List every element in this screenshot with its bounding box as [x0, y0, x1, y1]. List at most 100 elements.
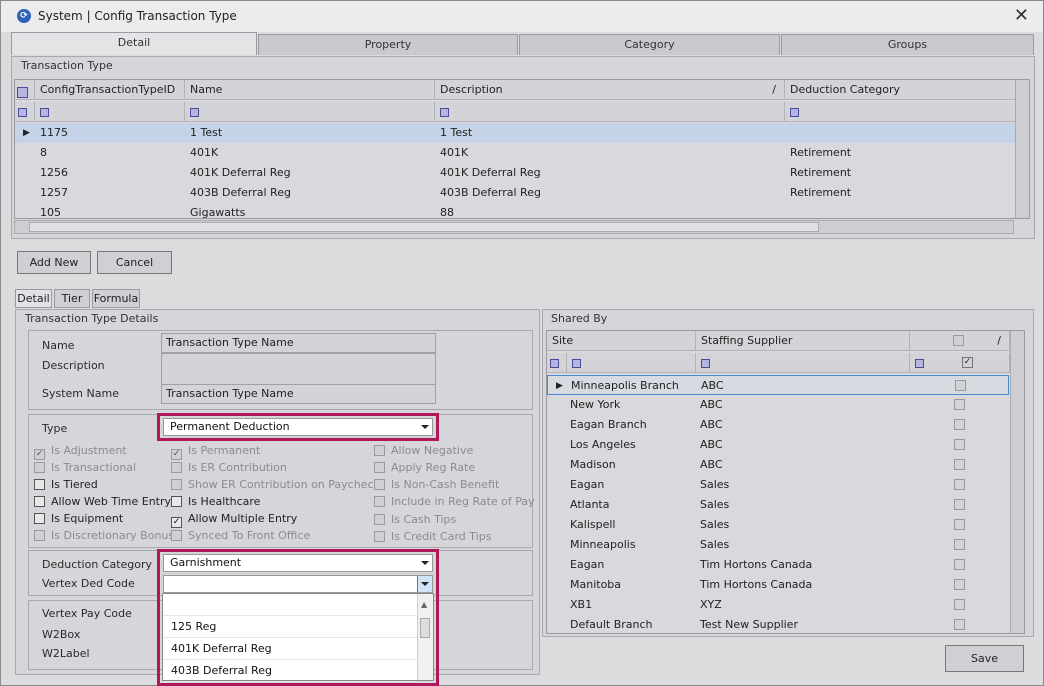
checkbox-item[interactable]: Is Transactional	[34, 461, 136, 474]
column-header-staffing-supplier[interactable]: Staffing Supplier	[696, 331, 910, 351]
checkbox-icon[interactable]	[374, 445, 385, 456]
checkbox-icon[interactable]	[34, 479, 45, 490]
checkbox-item[interactable]: Is ER Contribution	[171, 461, 287, 474]
checkbox-icon[interactable]	[374, 462, 385, 473]
checkbox-icon[interactable]	[34, 530, 45, 541]
row-checkbox[interactable]	[955, 380, 966, 391]
checkbox-icon[interactable]	[374, 531, 385, 542]
checkbox-item[interactable]: ✓ Is Adjustment	[34, 444, 127, 460]
row-checkbox[interactable]	[954, 399, 965, 410]
row-checkbox[interactable]	[954, 499, 965, 510]
filter-clear-icon[interactable]	[547, 353, 567, 373]
add-new-button[interactable]: Add New	[17, 251, 91, 274]
subtab-formula[interactable]: Formula	[92, 289, 140, 308]
filter-selected[interactable]: ✓	[910, 353, 1010, 373]
checkbox-checked-icon[interactable]: ✓	[34, 449, 45, 460]
row-checkbox[interactable]	[954, 519, 965, 530]
table-row[interactable]: 1256 401K Deferral Reg 401K Deferral Reg…	[15, 163, 1017, 183]
checkbox-item[interactable]: Is Non-Cash Benefit	[374, 478, 499, 491]
filter-description[interactable]	[435, 102, 785, 122]
table-row[interactable]: 1257 403B Deferral Reg 403B Deferral Reg…	[15, 183, 1017, 203]
row-checkbox[interactable]	[954, 599, 965, 610]
row-checkbox[interactable]	[954, 619, 965, 630]
tab-category[interactable]: Category	[519, 34, 780, 55]
table-row[interactable]: Eagan Tim Hortons Canada	[547, 555, 1009, 575]
checkbox-icon[interactable]	[374, 514, 385, 525]
checkbox-icon[interactable]	[374, 479, 385, 490]
table-row[interactable]: ▶ Minneapolis Branch ABC	[547, 375, 1009, 395]
select-all-checkbox[interactable]	[953, 335, 964, 346]
checkbox-icon[interactable]	[171, 530, 182, 541]
checkbox-icon[interactable]	[34, 496, 45, 507]
close-icon[interactable]: ✕	[1014, 5, 1029, 26]
checkbox-checked-icon[interactable]: ✓	[171, 449, 182, 460]
checkbox-item[interactable]: Allow Negative	[374, 444, 473, 457]
table-row[interactable]: 8 401K 401K Retirement	[15, 143, 1017, 163]
tab-property[interactable]: Property	[258, 34, 518, 55]
checkbox-item[interactable]: ✓ Allow Multiple Entry	[171, 512, 297, 528]
name-field[interactable]: Transaction Type Name	[161, 333, 436, 353]
tab-groups[interactable]: Groups	[781, 34, 1034, 55]
system-name-field[interactable]: Transaction Type Name	[161, 384, 436, 404]
checkbox-icon[interactable]	[34, 462, 45, 473]
checkbox-item[interactable]: Is Tiered	[34, 478, 98, 491]
column-header-name[interactable]: Name	[185, 80, 435, 100]
filter-supplier[interactable]	[696, 353, 910, 373]
cancel-button[interactable]: Cancel	[97, 251, 172, 274]
table-row[interactable]: Los Angeles ABC	[547, 435, 1009, 455]
checkbox-item[interactable]: Is Credit Card Tips	[374, 530, 491, 543]
horizontal-scroll-thumb[interactable]	[29, 222, 819, 232]
description-field[interactable]	[161, 353, 436, 385]
table-row[interactable]: ▶ 1175 1 Test 1 Test	[15, 123, 1017, 143]
checkbox-item[interactable]: Is Cash Tips	[374, 513, 456, 526]
tab-detail[interactable]: Detail	[11, 32, 257, 55]
table-row[interactable]: Default Branch Test New Supplier	[547, 615, 1009, 633]
checkbox-icon[interactable]	[34, 513, 45, 524]
table-row[interactable]: Manitoba Tim Hortons Canada	[547, 575, 1009, 595]
checkbox-item[interactable]: Is Discretionary Bonus	[34, 529, 174, 542]
column-chooser-icon[interactable]	[15, 80, 35, 100]
filter-clear-icon[interactable]	[15, 102, 35, 122]
row-checkbox[interactable]	[954, 539, 965, 550]
column-header-id[interactable]: ConfigTransactionTypeID	[35, 80, 185, 100]
checkbox-item[interactable]: Show ER Contribution on Paycheck	[171, 478, 380, 491]
filter-deduction-category[interactable]	[785, 102, 1017, 122]
checkbox-item[interactable]: Is Equipment	[34, 512, 123, 525]
row-checkbox[interactable]	[954, 419, 965, 430]
vertical-scrollbar[interactable]	[1015, 80, 1029, 218]
column-header-deduction-category[interactable]: Deduction Category	[785, 80, 1017, 100]
filter-id[interactable]	[35, 102, 185, 122]
row-checkbox[interactable]	[954, 459, 965, 470]
column-header-description[interactable]: Description /	[435, 80, 785, 100]
vertical-scrollbar[interactable]	[1010, 331, 1024, 633]
checkbox-icon[interactable]	[374, 496, 385, 507]
table-row[interactable]: Madison ABC	[547, 455, 1009, 475]
checkbox-item[interactable]: Apply Reg Rate	[374, 461, 475, 474]
checkbox-item[interactable]: ✓ Is Permanent	[171, 444, 260, 460]
row-checkbox[interactable]	[954, 579, 965, 590]
table-row[interactable]: 105 Gigawatts 88	[15, 203, 1017, 218]
checkbox-icon[interactable]	[171, 462, 182, 473]
save-button[interactable]: Save	[945, 645, 1024, 672]
filter-name[interactable]	[185, 102, 435, 122]
table-row[interactable]: XB1 XYZ	[547, 595, 1009, 615]
checkbox-item[interactable]: Include in Reg Rate of Pay	[374, 495, 535, 508]
table-row[interactable]: Eagan Branch ABC	[547, 415, 1009, 435]
checkbox-item[interactable]: Synced To Front Office	[171, 529, 310, 542]
checkbox-icon[interactable]	[171, 496, 182, 507]
row-checkbox[interactable]	[954, 479, 965, 490]
checkbox-checked-icon[interactable]: ✓	[171, 517, 182, 528]
checkbox-icon[interactable]	[171, 479, 182, 490]
checkbox-item[interactable]: Is Healthcare	[171, 495, 260, 508]
filter-site[interactable]	[567, 353, 696, 373]
subtab-tier[interactable]: Tier	[54, 289, 90, 308]
column-header-site[interactable]: Site	[547, 331, 696, 351]
row-checkbox[interactable]	[954, 439, 965, 450]
table-row[interactable]: New York ABC	[547, 395, 1009, 415]
horizontal-scrollbar[interactable]	[14, 220, 1014, 234]
row-checkbox[interactable]	[954, 559, 965, 570]
checkbox-item[interactable]: Allow Web Time Entry	[34, 495, 171, 508]
table-row[interactable]: Kalispell Sales	[547, 515, 1009, 535]
table-row[interactable]: Minneapolis Sales	[547, 535, 1009, 555]
table-row[interactable]: Eagan Sales	[547, 475, 1009, 495]
